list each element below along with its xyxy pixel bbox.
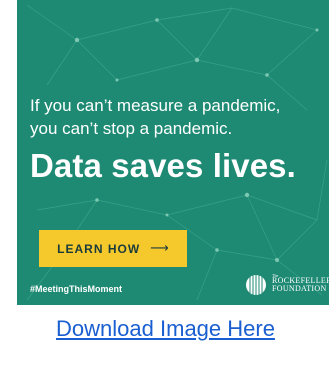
rockefeller-banner-image: If you can’t measure a pandemic, you can…	[17, 0, 329, 305]
rockefeller-logo: The ROCKEFELLER FOUNDATION	[245, 271, 329, 299]
globe-icon	[246, 275, 266, 295]
arrow-right-icon: ⟶	[150, 241, 169, 256]
hashtag: #MeetingThisMoment	[30, 284, 123, 294]
tagline-line-1: If you can’t measure a pandemic,	[30, 96, 281, 115]
headline: Data saves lives.	[30, 147, 296, 184]
tagline-line-2: you can’t stop a pandemic.	[30, 119, 233, 138]
learn-how-label: LEARN HOW	[57, 241, 141, 256]
logo-wordmark: ROCKEFELLER FOUNDATION	[272, 277, 329, 293]
logo-line-foundation: FOUNDATION	[272, 284, 327, 293]
download-image-link[interactable]: Download Image Here	[0, 316, 331, 342]
learn-how-button[interactable]: LEARN HOW ⟶	[39, 230, 187, 267]
